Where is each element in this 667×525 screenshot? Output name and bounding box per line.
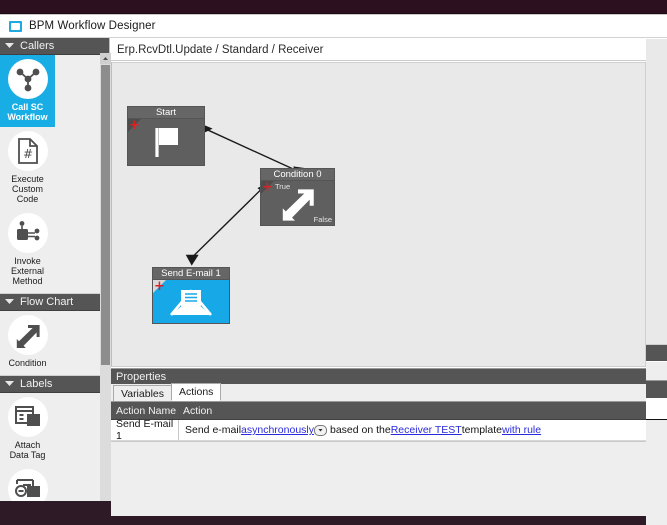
invoke-method-icon	[7, 213, 48, 253]
cell-action[interactable]: Send e-mail asynchronously based on the …	[179, 424, 541, 436]
plus-badge[interactable]: +	[154, 280, 165, 293]
chevron-down-icon	[3, 295, 17, 309]
action-text-prefix: Send e-mail	[185, 424, 242, 436]
palette-tile-label: Call SC Workflow	[7, 102, 48, 122]
window-title: BPM Workflow Designer	[29, 20, 156, 32]
palette-section-label: Callers	[20, 40, 55, 52]
tab-label: Variables	[121, 387, 164, 400]
link-with-rule[interactable]: with rule	[502, 424, 541, 436]
actions-grid-header: Action Name Action	[111, 402, 646, 420]
palette-tile-label: Condition	[8, 358, 47, 368]
node-start[interactable]: Start +	[127, 106, 205, 166]
palette-section-body-flow-chart: Condition	[0, 311, 109, 376]
properties-tabstrip[interactable]: Variables Actions	[111, 383, 646, 402]
window-icon	[9, 20, 22, 32]
palette-tile-attach-data-tag[interactable]: Attach Data Tag	[0, 393, 55, 465]
condition-false-label: False	[313, 215, 332, 224]
condition-arrows-icon	[7, 315, 48, 355]
palette-section-label: Labels	[20, 378, 53, 390]
palette-tile-call-sc-workflow[interactable]: Call SC Workflow	[0, 55, 55, 127]
palette-scrollbar-thumb[interactable]	[101, 65, 110, 365]
remove-data-tag-icon	[7, 469, 48, 501]
cell-action-name: Send E-mail 1	[111, 418, 179, 442]
palette-scrollbar[interactable]	[100, 53, 111, 501]
tab-variables[interactable]: Variables	[113, 385, 172, 401]
rail-tabstrip-strip	[646, 362, 667, 381]
node-send-email-1[interactable]: Send E-mail 1 +	[152, 267, 230, 324]
workflow-canvas[interactable]: Start + Condition 0 + True False Send E-…	[111, 62, 646, 367]
dropdown-arrow-icon[interactable]	[314, 424, 327, 436]
node-body[interactable]: +	[127, 119, 205, 166]
flag-icon	[155, 128, 178, 157]
palette-section-body-callers: Call SC Workflow # Execute Custom Code I…	[0, 55, 109, 294]
palette-tile-condition[interactable]: Condition	[0, 311, 55, 373]
palette-tile-label: Attach Data Tag	[9, 440, 46, 460]
attach-data-tag-icon	[7, 397, 48, 437]
workflow-network-icon	[7, 59, 48, 99]
rail-grid-header-strip	[646, 381, 667, 398]
properties-header: Properties	[111, 368, 646, 384]
title-bar: BPM Workflow Designer	[0, 15, 667, 37]
code-document-icon: #	[7, 131, 48, 171]
chevron-down-icon	[3, 39, 17, 53]
node-condition-0[interactable]: Condition 0 + True False	[260, 168, 335, 226]
column-header-action: Action	[183, 404, 213, 417]
condition-true-label: True	[275, 182, 291, 191]
plus-badge[interactable]: +	[262, 181, 273, 194]
palette-tile-label: Execute Custom Code	[11, 174, 44, 204]
chevron-down-icon	[3, 377, 17, 391]
actions-grid-empty-area	[111, 441, 646, 516]
rail-properties-header-strip	[646, 345, 667, 361]
right-rail	[646, 38, 667, 525]
tab-actions[interactable]: Actions	[171, 383, 222, 401]
node-body[interactable]: + True False	[260, 181, 335, 226]
action-text-suffix: template	[461, 424, 502, 436]
properties-panel: Properties Variables Actions Action Name…	[111, 368, 646, 516]
breadcrumb: Erp.RcvDtl.Update / Standard / Receiver	[111, 38, 646, 61]
palette-section-callers[interactable]: Callers	[0, 38, 109, 55]
desktop-background-band	[0, 0, 667, 14]
palette-section-label: Flow Chart	[20, 296, 74, 308]
envelope-icon	[170, 289, 212, 316]
node-body[interactable]: +	[152, 280, 230, 324]
link-asynchronously[interactable]: asynchronously	[241, 424, 314, 436]
rail-canvas-strip	[646, 39, 667, 345]
app-window: BPM Workflow Designer Callers Call SC Wo…	[0, 14, 667, 525]
tab-label: Actions	[179, 386, 214, 398]
properties-header-label: Properties	[116, 370, 167, 383]
table-row[interactable]: Send E-mail 1 Send e-mail asynchronously…	[111, 418, 646, 442]
plus-badge[interactable]: +	[129, 119, 140, 132]
link-receiver-test-template[interactable]: Receiver TEST	[391, 424, 462, 436]
palette-tile-invoke-external-method[interactable]: Invoke External Method	[0, 209, 55, 291]
action-text-middle: based on the	[330, 424, 391, 436]
palette-tile-label: Invoke External Method	[10, 256, 45, 286]
svg-text:#: #	[22, 147, 32, 161]
palette-section-body-labels: AttachData Tag RemoveData	[0, 393, 109, 501]
main-area: Erp.RcvDtl.Update / Standard / Receiver …	[111, 38, 667, 516]
breadcrumb-text: Erp.RcvDtl.Update / Standard / Receiver	[117, 43, 324, 56]
column-header-action-name: Action Name	[116, 404, 177, 417]
palette-section-labels[interactable]: Labels	[0, 376, 109, 393]
palette-section-flow-chart[interactable]: Flow Chart	[0, 294, 109, 311]
rail-grid-body-strip	[646, 419, 667, 525]
palette-tile-execute-custom-code[interactable]: # Execute Custom Code	[0, 127, 55, 209]
scroll-up-arrow-icon[interactable]	[100, 53, 111, 64]
palette-tile-remove-data-tag[interactable]: RemoveData Tag	[0, 465, 55, 501]
tool-palette[interactable]: Callers Call SC Workflow # Execute Custo…	[0, 38, 110, 501]
